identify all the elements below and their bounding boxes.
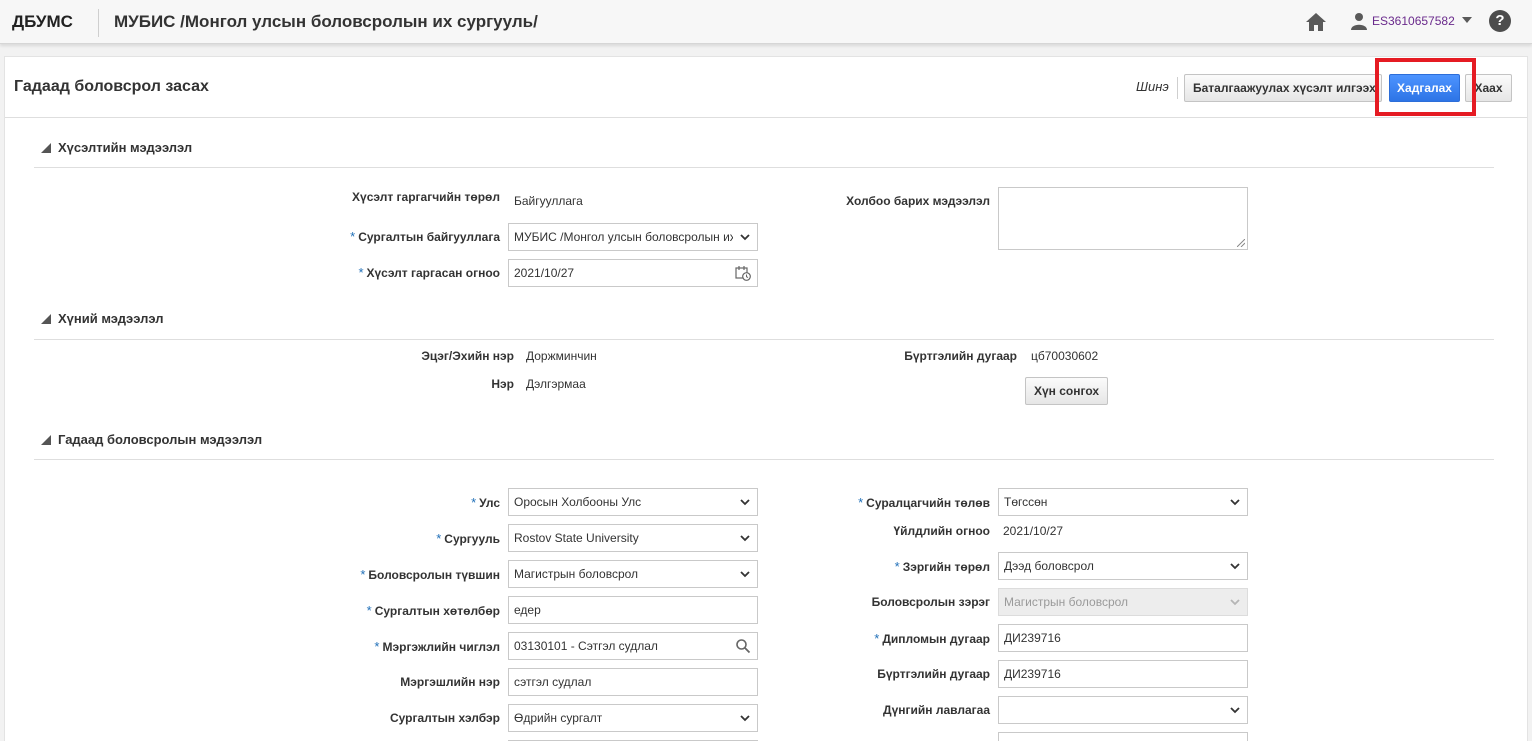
field-label: * Мэргэжлийн чиглэл [374, 639, 500, 654]
request-date-input[interactable]: 2021/10/27 [508, 259, 758, 287]
title-divider [5, 117, 1527, 118]
degree-type-select[interactable]: Дээд боловсрол [998, 552, 1248, 580]
home-icon[interactable] [1305, 12, 1327, 32]
person-section-title: Хүний мэдээлэл [58, 311, 164, 326]
chevron-down-icon[interactable] [1462, 17, 1472, 23]
parent-name-label: Эцэг/Эхийн нэр [421, 349, 514, 363]
diploma-label: * Дипломын дугаар [874, 631, 990, 646]
student-status-select[interactable]: Төгссөн [998, 488, 1248, 516]
user-icon[interactable] [1350, 12, 1368, 30]
collapse-triangle-icon[interactable] [41, 143, 51, 153]
required-asterisk: * [436, 531, 442, 546]
program-label: * Сургалтын хөтөлбөр [366, 603, 500, 618]
required-asterisk: * [360, 567, 366, 582]
required-asterisk: * [858, 495, 864, 510]
contact-textarea[interactable] [998, 187, 1248, 250]
person-reg-label: Бүртгэлийн дугаар [904, 349, 1017, 363]
required-asterisk: * [894, 559, 900, 574]
chevron-down-icon [740, 715, 750, 722]
parent-name-value: Доржминчин [526, 349, 597, 363]
person-reg-value: цб70030602 [1031, 349, 1099, 363]
contact-label: Холбоо барих мэдээлэл [846, 194, 990, 208]
country-label: * Улс [471, 495, 500, 510]
main-panel: Гадаад боловсрол засах Шинэ Баталгаажуул… [4, 56, 1528, 741]
school-label: * Сургууль [436, 531, 500, 546]
select-person-button[interactable]: Хүн сонгох [1025, 377, 1108, 405]
applicant-type-label: Хүсэлт гаргагчийн төрөл [352, 190, 500, 204]
toolbar-divider [1177, 77, 1178, 99]
diploma-input[interactable]: ДИ239716 [998, 624, 1248, 652]
program-input[interactable]: едер [508, 596, 758, 624]
chevron-down-icon [1230, 707, 1240, 714]
save-button-highlight [1375, 58, 1476, 116]
section-divider [34, 167, 1494, 168]
user-menu-link[interactable]: ES3610657582 [1372, 14, 1455, 28]
person-section-header[interactable]: Хүний мэдээлэл [41, 311, 163, 326]
chevron-down-icon [1230, 599, 1240, 606]
profession-label: Мэргэшлийн нэр [400, 675, 500, 689]
profession-input[interactable]: сэтгэл судлал [508, 668, 758, 696]
name-label: Нэр [491, 377, 514, 391]
student-status-label: * Суралцагчийн төлөв [858, 495, 990, 510]
collapse-triangle-icon[interactable] [41, 435, 51, 445]
request-date-label: * Хүсэлт гаргасан огноо [358, 265, 500, 280]
partial-lookup-field[interactable] [998, 732, 1248, 741]
edu-degree-select: Магистрын боловсрол [998, 588, 1248, 616]
chevron-down-icon [740, 499, 750, 506]
required-asterisk: * [366, 603, 372, 618]
reg-no-input[interactable]: ДИ239716 [998, 660, 1248, 688]
chevron-down-icon [740, 535, 750, 542]
org-label: * Сургалтын байгууллага [350, 229, 500, 244]
request-section-title: Хүсэлтийн мэдээлэл [58, 140, 193, 155]
required-asterisk: * [350, 229, 356, 244]
top-header: ДБУМС МУБИС /Монгол улсын боловсролын их… [0, 0, 1532, 44]
reg-no-label: Бүртгэлийн дугаар [877, 667, 990, 681]
calendar-icon[interactable] [735, 265, 751, 281]
chevron-down-icon [740, 571, 750, 578]
request-section-header[interactable]: Хүсэлтийн мэдээлэл [41, 140, 192, 155]
app-title: МУБИС /Монгол улсын боловсролын их сургу… [114, 12, 538, 31]
grade-ref-select[interactable] [998, 696, 1248, 724]
submit-request-button[interactable]: Баталгаажуулах хүсэлт илгээх [1184, 74, 1382, 102]
grade-ref-label: Дүнгийн лавлагаа [883, 703, 990, 717]
school-select[interactable]: Rostov State University [508, 524, 758, 552]
collapse-triangle-icon[interactable] [41, 314, 51, 324]
action-date-label: Үйлдлийн огноо [893, 524, 991, 538]
action-date-value: 2021/10/27 [1003, 524, 1064, 538]
required-asterisk: * [874, 631, 880, 646]
page-title: Гадаад боловсрол засах [14, 78, 209, 95]
country-select[interactable]: Оросын Холбооны Улс [508, 488, 758, 516]
required-asterisk: * [358, 265, 364, 280]
edu-degree-label: Боловсролын зэрэг [871, 595, 990, 609]
required-asterisk: * [471, 495, 477, 510]
status-label: Шинэ [1136, 79, 1169, 94]
search-icon[interactable] [735, 638, 751, 654]
chevron-down-icon [740, 234, 750, 241]
education-section-title: Гадаад боловсролын мэдээлэл [58, 432, 263, 447]
chevron-down-icon [1230, 563, 1240, 570]
section-divider [34, 339, 1494, 340]
resize-handle-icon[interactable] [1237, 239, 1245, 247]
chevron-down-icon [1230, 499, 1240, 506]
level-select[interactable]: Магистрын боловсрол [508, 560, 758, 588]
form-label: Сургалтын хэлбэр [389, 711, 500, 725]
degree-type-label: * Зэргийн төрөл [894, 559, 990, 574]
form-select[interactable]: Өдрийн сургалт [508, 704, 758, 732]
education-section-header[interactable]: Гадаад боловсролын мэдээлэл [41, 432, 262, 447]
section-divider [34, 459, 1494, 460]
brand-logo[interactable]: ДБУМС [12, 12, 73, 32]
org-select[interactable]: МУБИС /Монгол улсын боловсролын их [508, 223, 758, 251]
applicant-type-value: Байгууллага [514, 194, 583, 208]
level-label: * Боловсролын түвшин [360, 567, 500, 582]
field-lookup-input[interactable]: 03130101 - Сэтгэл судлал [508, 632, 758, 660]
help-icon[interactable]: ? [1489, 10, 1511, 32]
header-divider [98, 9, 99, 37]
name-value: Дэлгэрмаа [526, 377, 586, 391]
required-asterisk: * [374, 639, 380, 654]
